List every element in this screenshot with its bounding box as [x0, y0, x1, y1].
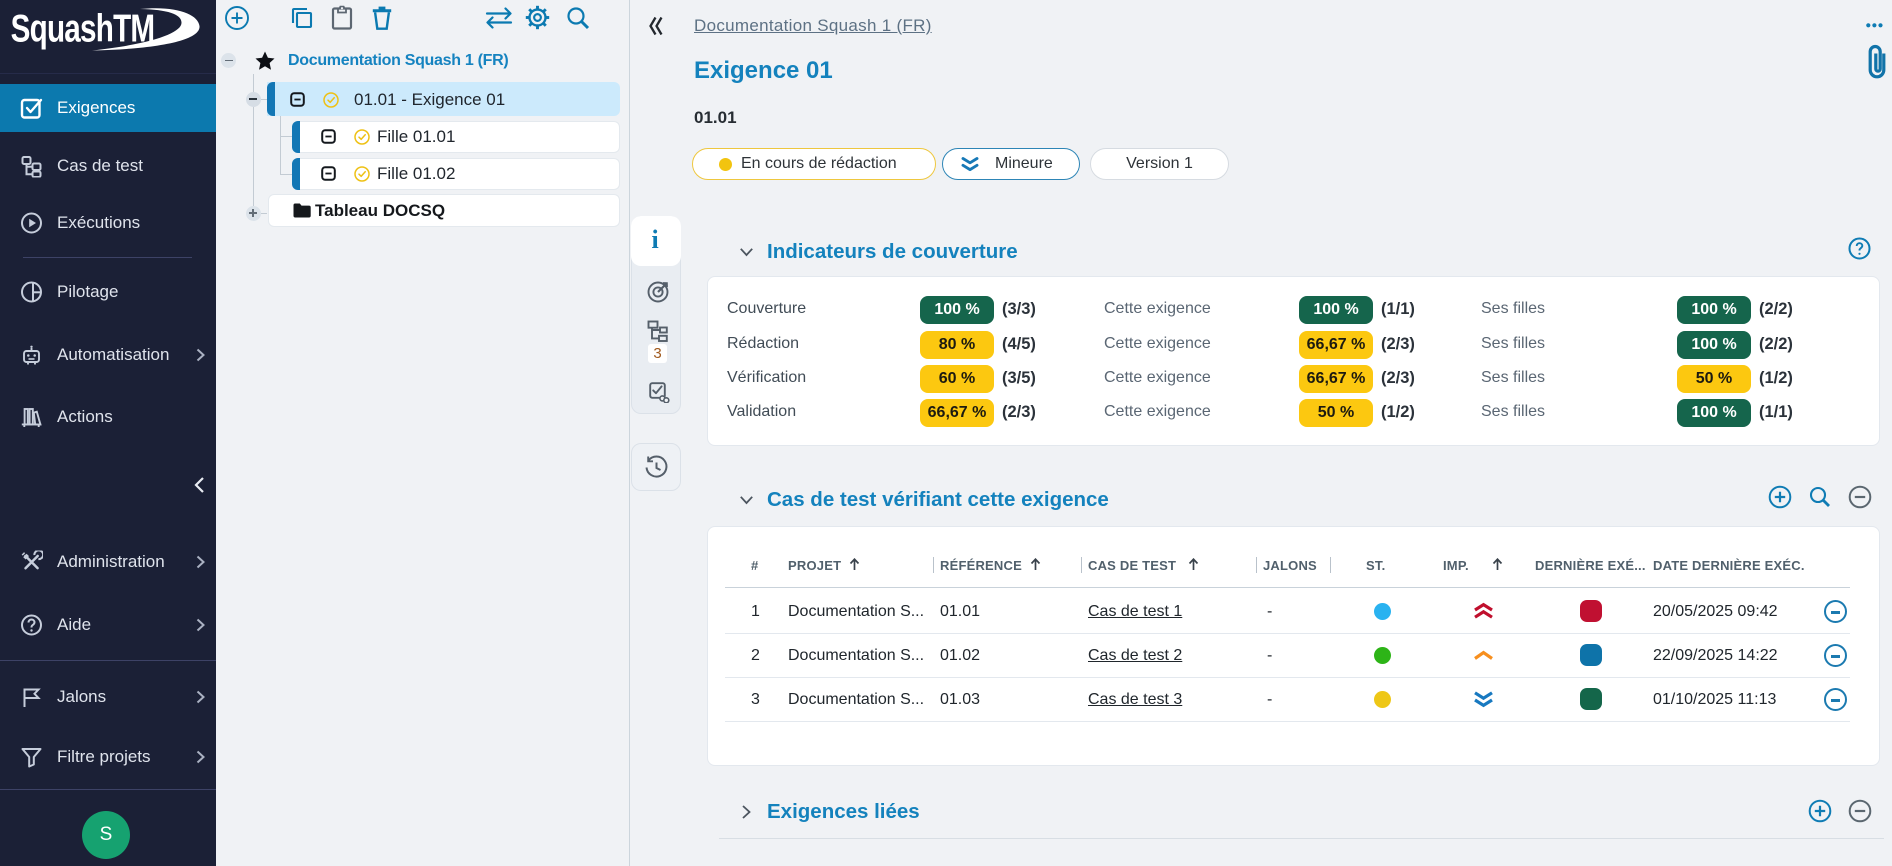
svg-text:SquashTM: SquashTM [11, 8, 155, 51]
